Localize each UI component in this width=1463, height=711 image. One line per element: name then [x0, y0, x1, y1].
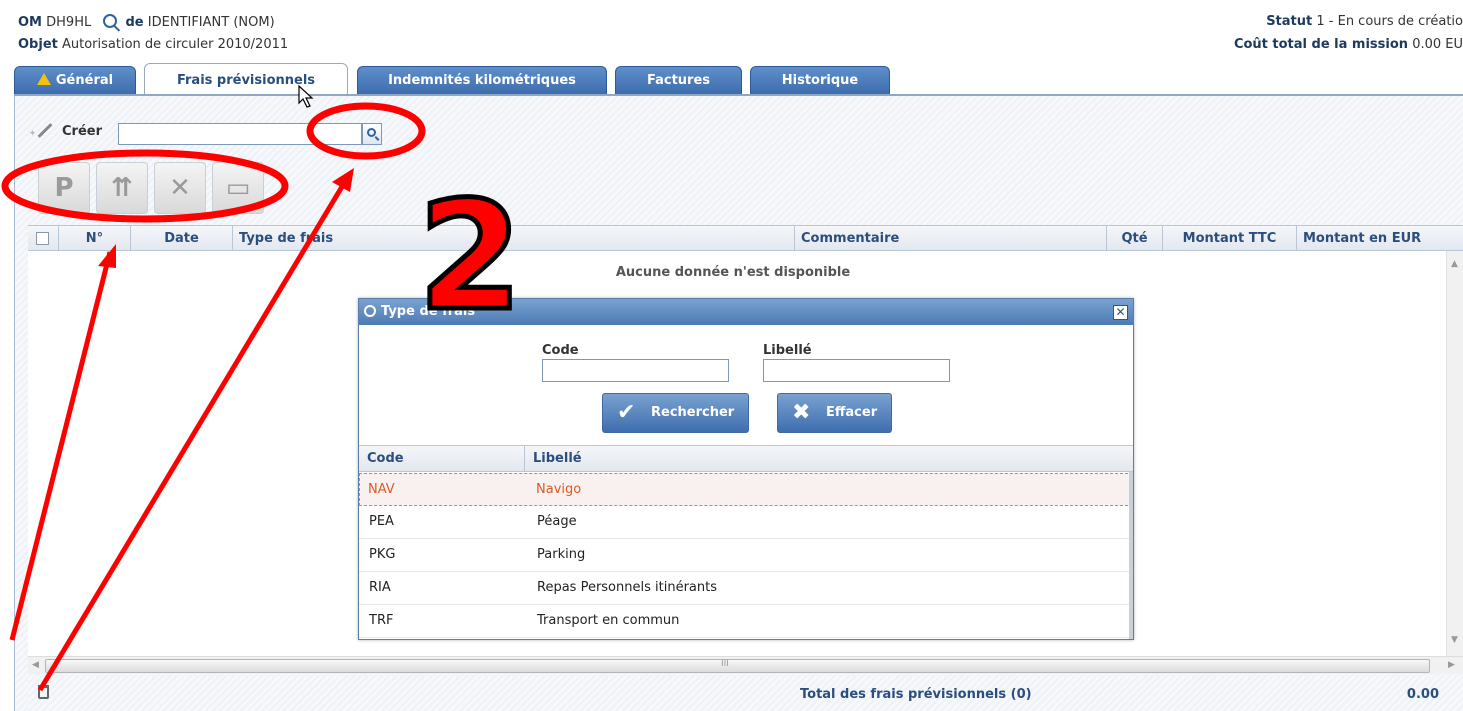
- tab-historique-label: Historique: [781, 73, 859, 88]
- warning-icon: [36, 73, 51, 85]
- scroll-left-icon[interactable]: ◀: [32, 660, 39, 670]
- rechercher-label: Rechercher: [651, 405, 735, 420]
- code-field[interactable]: [542, 359, 729, 382]
- highway-button[interactable]: ⇈: [96, 162, 148, 214]
- bus-icon: ▭: [225, 173, 251, 203]
- dialog-row-trf[interactable]: TRF Transport en commun: [359, 605, 1133, 638]
- de-value: IDENTIFIANT (NOM): [147, 15, 275, 30]
- dialog-title: Type de frais: [381, 304, 476, 319]
- tab-indemnites-kilometriques[interactable]: Indemnités kilométriques: [357, 66, 607, 95]
- om-value: DH9HL: [46, 15, 92, 30]
- dialog-col-libelle[interactable]: Libellé: [525, 446, 582, 472]
- scroll-right-icon[interactable]: ▶: [1448, 660, 1455, 670]
- search-icon: [367, 128, 376, 137]
- dialog-row-pea[interactable]: PEA Péage: [359, 506, 1133, 539]
- objet-value: Autorisation de circuler 2010/2011: [62, 37, 289, 52]
- trash-icon[interactable]: [38, 685, 49, 699]
- bus-button[interactable]: ▭: [212, 162, 264, 214]
- tab-frais-previsionnels[interactable]: Frais prévisionnels: [144, 63, 348, 96]
- restaurant-icon: ✕: [169, 173, 191, 203]
- dialog-grid-header: Code Libellé: [359, 446, 1133, 472]
- dialog-titlebar[interactable]: Type de frais ✕: [359, 299, 1133, 325]
- cout-label: Coût total de la mission: [1233, 37, 1409, 52]
- objet-label: Objet: [18, 37, 58, 52]
- scroll-grip: III: [721, 659, 729, 669]
- row-libelle: Parking: [537, 547, 586, 562]
- libelle-field[interactable]: [763, 359, 950, 382]
- statut-value: 1 - En cours de créatio: [1316, 14, 1463, 29]
- scroll-thumb[interactable]: III: [45, 659, 1430, 673]
- grid-footer: Total des frais prévisionnels (0) 0.00: [28, 675, 1463, 711]
- col-commentaire[interactable]: Commentaire: [794, 226, 1106, 251]
- statut-label: Statut: [1266, 14, 1313, 29]
- col-montant-eur[interactable]: Montant en EUR: [1296, 226, 1463, 251]
- row-code: NAV: [368, 482, 395, 497]
- tab-historique[interactable]: Historique: [750, 66, 890, 95]
- creer-label: Créer: [36, 123, 102, 139]
- statut-line: Statut 1 - En cours de créatio: [1266, 14, 1463, 29]
- parking-button[interactable]: P: [38, 162, 90, 214]
- tab-general[interactable]: Général: [14, 66, 136, 95]
- tab-general-label: Général: [55, 73, 114, 88]
- row-libelle: Navigo: [536, 482, 582, 497]
- mission-header: OM DH9HL de IDENTIFIANT (NOM) Objet Auto…: [0, 0, 1463, 64]
- creer-type-input[interactable]: [118, 123, 362, 145]
- total-value: 0.00: [1406, 687, 1439, 702]
- row-code: RIA: [369, 580, 391, 595]
- mouse-cursor-icon: [298, 85, 314, 108]
- vertical-scrollbar[interactable]: ▲ ▼: [1446, 251, 1463, 656]
- dialog-row-nav[interactable]: NAV Navigo: [359, 473, 1133, 506]
- col-qte[interactable]: Qté: [1106, 226, 1162, 251]
- tab-indemnites-label: Indemnités kilométriques: [388, 73, 576, 88]
- rechercher-button[interactable]: ✔ Rechercher: [602, 393, 750, 433]
- row-code: PEA: [369, 514, 394, 529]
- tab-factures[interactable]: Factures: [615, 66, 742, 95]
- select-all-checkbox[interactable]: [36, 232, 49, 245]
- row-libelle: Repas Personnels itinérants: [537, 580, 717, 595]
- effacer-label: Effacer: [826, 405, 878, 420]
- dialog-row-pkg[interactable]: PKG Parking: [359, 539, 1133, 572]
- checkmark-icon: ✔: [617, 400, 636, 425]
- om-line: OM DH9HL de IDENTIFIANT (NOM): [18, 14, 275, 30]
- magic-wand-icon: [37, 123, 53, 138]
- row-libelle: Péage: [537, 514, 577, 529]
- om-label: OM: [18, 15, 42, 30]
- dialog-scrollbar[interactable]: [1129, 472, 1133, 639]
- total-label: Total des frais prévisionnels (0): [800, 687, 1032, 702]
- close-button[interactable]: ✕: [1113, 305, 1128, 320]
- dialog-col-code[interactable]: Code: [359, 446, 525, 472]
- tab-factures-label: Factures: [646, 73, 711, 88]
- creer-text: Créer: [62, 124, 102, 139]
- restaurant-button[interactable]: ✕: [154, 162, 206, 214]
- clear-x-icon: ✖: [792, 400, 811, 425]
- scroll-up-icon[interactable]: ▲: [1451, 259, 1458, 269]
- close-icon: ✕: [1115, 305, 1126, 319]
- highway-icon: ⇈: [111, 173, 133, 203]
- horizontal-scrollbar[interactable]: ◀ III ▶: [28, 656, 1463, 674]
- libelle-label: Libellé: [763, 343, 812, 358]
- scroll-down-icon[interactable]: ▼: [1451, 635, 1458, 645]
- search-icon[interactable]: [103, 14, 118, 28]
- row-code: PKG: [369, 547, 396, 562]
- code-label: Code: [542, 343, 579, 358]
- type-de-frais-dialog: Type de frais ✕ Code Libellé ✔ Rechercher…: [358, 298, 1134, 640]
- cout-line: Coût total de la mission 0.00 EU: [1234, 37, 1463, 52]
- search-icon: [364, 305, 376, 317]
- de-label: de: [125, 15, 144, 30]
- objet-line: Objet Autorisation de circuler 2010/2011: [18, 37, 288, 52]
- col-montant-ttc[interactable]: Montant TTC: [1162, 226, 1296, 251]
- tab-frais-label: Frais prévisionnels: [176, 73, 316, 88]
- col-type-de-frais[interactable]: Type de frais: [232, 226, 794, 251]
- dialog-row-ria[interactable]: RIA Repas Personnels itinérants: [359, 572, 1133, 605]
- grid-header: N° Date Type de frais Commentaire Qté Mo…: [28, 225, 1463, 251]
- col-numero[interactable]: N°: [58, 226, 130, 251]
- creer-search-button[interactable]: [362, 123, 382, 145]
- empty-message: Aucune donnée n'est disponible: [615, 265, 851, 280]
- row-libelle: Transport en commun: [537, 613, 680, 628]
- col-date[interactable]: Date: [130, 226, 232, 251]
- row-code: TRF: [369, 613, 394, 628]
- effacer-button[interactable]: ✖ Effacer: [777, 393, 893, 433]
- parking-icon: P: [54, 173, 74, 203]
- cout-value: 0.00 EU: [1412, 37, 1463, 52]
